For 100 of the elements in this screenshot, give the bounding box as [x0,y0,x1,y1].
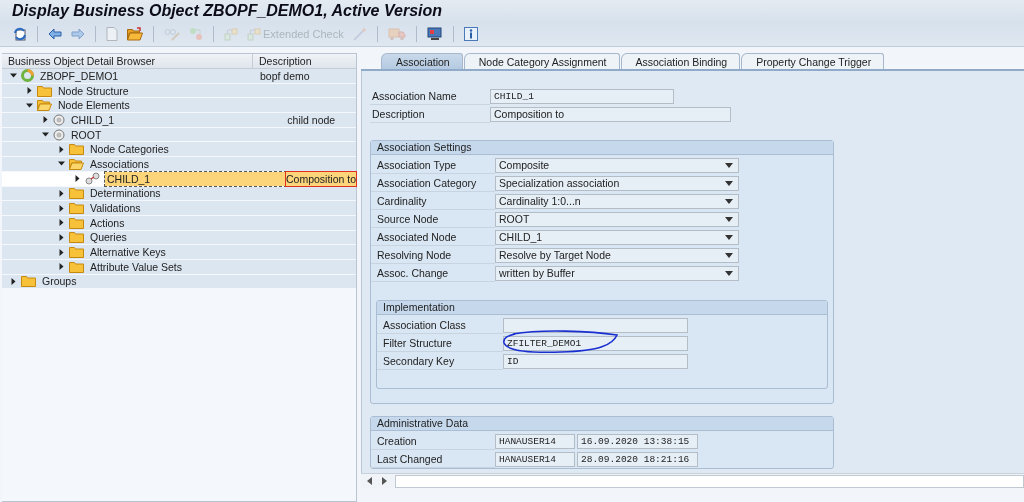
timestamp-field: 28.09.2020 18:21:16 [577,451,698,467]
refresh-icon [13,27,27,41]
collapsed-arrow-icon[interactable] [58,263,65,271]
collapsed-arrow-icon[interactable] [58,233,65,241]
dropdown-value: Composite [499,158,550,172]
tree-row[interactable]: Validations [2,201,356,216]
linked-circles-icon [85,172,101,186]
dropdown-field[interactable]: ROOT [495,211,739,227]
scroll-right-icon[interactable] [381,477,387,485]
dropdown-value: CHILD_1 [499,230,543,244]
tree-row[interactable]: Associations [2,157,356,172]
tree-item-label[interactable]: Validations [88,202,143,215]
text-field[interactable]: ZFILTER_DEMO1 [503,335,688,351]
expanded-arrow-icon[interactable] [58,160,65,168]
collapsed-arrow-icon[interactable] [58,145,65,153]
tree-item-label[interactable]: Actions [88,216,127,229]
expanded-arrow-icon[interactable] [42,131,49,139]
monitor-icon [426,27,443,41]
text-field[interactable]: Composition to [490,106,731,122]
collapsed-arrow-icon[interactable] [58,189,65,197]
circular-arrows-icon [21,69,34,83]
tree-item-description: Composition to [286,172,357,185]
dropdown-arrow-icon[interactable] [725,162,733,168]
dropdown-value: Resolve by Target Node [499,248,611,262]
open-folder-icon [127,27,143,41]
horizontal-scrollbar[interactable] [361,473,1024,488]
tree-row[interactable]: Alternative Keys [2,245,356,260]
tree-item-label[interactable]: Associations [88,157,151,170]
user-field: HANAUSER14 [495,451,575,467]
group-title: Association Settings [377,141,472,153]
dropdown-field[interactable]: Resolve by Target Node [495,247,739,263]
group-title: Administrative Data [377,417,469,429]
toolbar-button[interactable] [124,25,146,43]
dropdown-value: Specialization association [499,176,620,190]
linked-squares-icon [224,27,238,41]
tree-item-label[interactable]: Determinations [88,187,163,200]
tree-item-label[interactable]: ROOT [69,128,104,141]
tab[interactable]: Node Category Assignment [463,53,620,69]
timestamp-field: 16.09.2020 13:38:15 [577,433,698,449]
collapsed-arrow-icon[interactable] [58,219,65,227]
tree-item-label[interactable]: Node Elements [56,99,132,112]
collapsed-arrow-icon[interactable] [42,116,49,124]
dropdown-field[interactable]: Composite [495,157,739,173]
dropdown-arrow-icon[interactable] [725,180,733,186]
linked-squares-icon [247,27,261,41]
scroll-left-icon[interactable] [367,477,373,485]
text-field[interactable]: CHILD_1 [490,88,674,104]
tree-item-label[interactable]: ZBOPF_DEMO1 [38,69,121,82]
blank-page-icon [106,27,118,41]
tree-row[interactable]: CHILD_1 Composition to [2,171,356,187]
dropdown-arrow-icon[interactable] [725,234,733,240]
dropdown-field[interactable]: Specialization association [495,175,739,191]
collapsed-arrow-icon[interactable] [10,277,17,285]
dropdown-field[interactable]: CHILD_1 [495,229,739,245]
text-field[interactable]: ID [503,353,688,369]
tree-item-label[interactable]: Groups [40,275,79,288]
dropdown-arrow-icon[interactable] [725,216,733,222]
tree-item-label[interactable]: Node Structure [56,84,131,97]
left-arrow-icon [48,28,62,40]
dropdown-value: written by Buffer [499,266,575,280]
truck-icon [387,27,406,41]
tab[interactable]: Association Binding [620,53,741,69]
tree-item-description: child node [287,113,336,126]
collapsed-arrow-icon[interactable] [74,175,81,183]
tree-item-label[interactable]: Attribute Value Sets [88,260,185,273]
column-header: Business Object Detail Browser [2,54,253,68]
circle-icon [53,113,65,126]
circle-icon [53,128,65,141]
tab[interactable]: Property Change Trigger [741,53,885,69]
user-field: HANAUSER14 [495,433,575,449]
info-icon [463,27,478,41]
dropdown-arrow-icon[interactable] [725,270,733,276]
tree-item-description: bopf demo [260,69,310,82]
tree-item-label[interactable]: Node Categories [88,143,171,156]
expanded-arrow-icon[interactable] [26,101,33,109]
dropdown-value: Cardinality 1:0...n [499,194,581,208]
collapsed-arrow-icon[interactable] [58,248,65,256]
tree-item-label[interactable]: CHILD_1 [105,171,286,186]
tree-item-label[interactable]: CHILD_1 [69,113,117,126]
dropdown-arrow-icon[interactable] [725,198,733,204]
collapsed-arrow-icon[interactable] [26,87,33,95]
tree-item-label[interactable]: Alternative Keys [88,246,168,259]
dropdown-value: ROOT [499,212,530,226]
open-folder-icon [37,99,52,112]
tree-row[interactable]: Node Categories [2,142,356,158]
text-field[interactable] [503,317,688,333]
dropdown-field[interactable]: Cardinality 1:0...n [495,193,739,209]
dropdown-field[interactable]: written by Buffer [495,265,739,281]
dropdown-arrow-icon[interactable] [725,252,733,258]
column-header: Description [258,54,312,68]
tree-row[interactable]: Node Elements [2,98,356,114]
magic-wand-icon [352,27,367,41]
tree-item-label[interactable]: Queries [88,231,129,244]
expanded-arrow-icon[interactable] [10,72,17,80]
tab[interactable]: Association [381,53,463,69]
tree-row[interactable]: ZBOPF_DEMO1 bopf demo [2,69,356,84]
connected-dots-icon [189,27,203,41]
window-title: Display Business Object ZBOPF_DEMO1, Active Version [12,2,443,19]
collapsed-arrow-icon[interactable] [58,204,65,212]
tree-row[interactable]: CHILD_1 child node [2,113,356,128]
